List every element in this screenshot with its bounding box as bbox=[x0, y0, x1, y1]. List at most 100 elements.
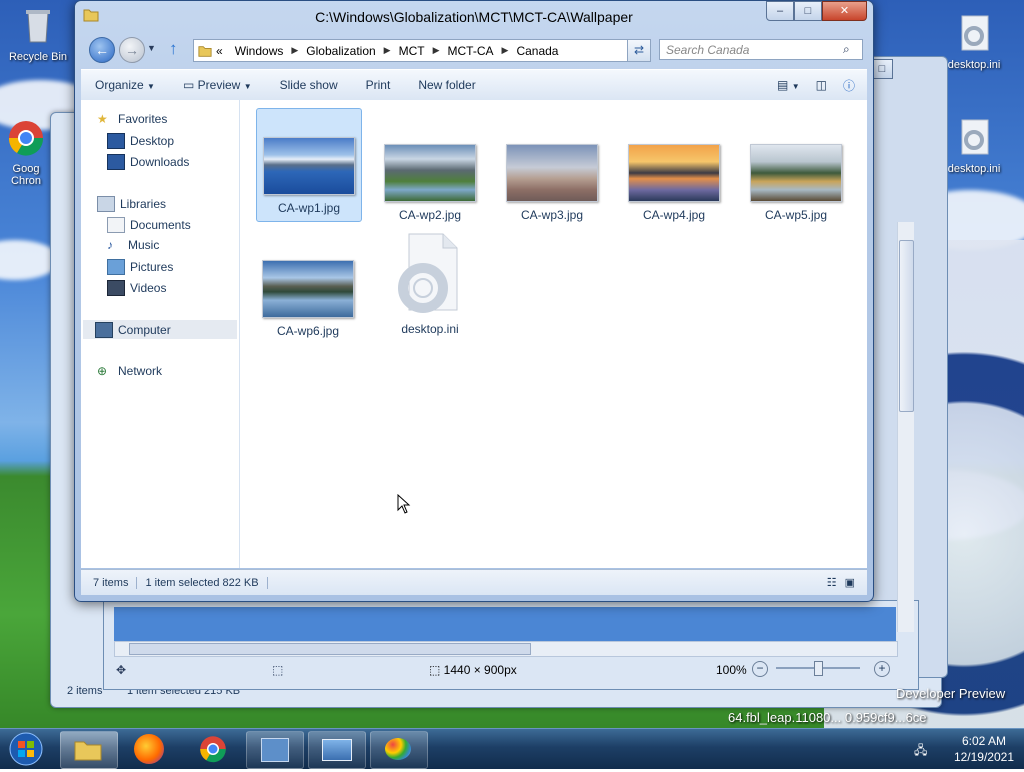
navigation-row: ← → ▼ ↑ « Windows ▶ Globalization ▶ MCT ▶ M… bbox=[81, 37, 867, 63]
minimize-button[interactable]: – bbox=[766, 1, 794, 21]
photo-viewer-maximize-button[interactable]: □ bbox=[871, 59, 893, 79]
file-name: CA-wp6.jpg bbox=[276, 324, 340, 338]
chevron-down-icon: ▼ bbox=[791, 82, 800, 91]
file-item[interactable]: CA-wp2.jpg bbox=[378, 108, 482, 222]
network-tray-icon[interactable]: 🖧 bbox=[914, 741, 927, 762]
taskbar-firefox-button[interactable] bbox=[134, 734, 164, 764]
horizontal-scroll-thumb[interactable] bbox=[129, 643, 531, 655]
photo-viewer-icon bbox=[322, 739, 352, 761]
folder-icon bbox=[198, 45, 212, 57]
chrome-shortcut-icon[interactable]: Goog Chron bbox=[0, 118, 56, 187]
navigation-pane: ★ Favorites Desktop Downloads Libraries D… bbox=[81, 100, 240, 568]
file-name: CA-wp5.jpg bbox=[764, 208, 828, 222]
chevron-right-icon[interactable]: ▶ bbox=[433, 45, 440, 56]
start-button[interactable] bbox=[4, 729, 52, 769]
search-input[interactable]: Search Canada bbox=[659, 39, 863, 60]
nav-libraries[interactable]: Libraries bbox=[97, 196, 166, 212]
nav-downloads-label: Downloads bbox=[130, 155, 190, 169]
breadcrumb-canada[interactable]: Canada bbox=[508, 44, 566, 58]
explorer-window[interactable]: C:\Windows\Globalization\MCT\MCT-CA\Wall… bbox=[74, 0, 874, 602]
breadcrumb-overflow[interactable]: « bbox=[212, 44, 227, 58]
file-item[interactable]: desktop.ini bbox=[378, 226, 482, 338]
zoom-in-button[interactable]: + bbox=[874, 661, 890, 677]
nav-computer[interactable]: Computer bbox=[83, 320, 237, 339]
breadcrumb-mct[interactable]: MCT bbox=[391, 44, 433, 58]
taskbar-explorer-button[interactable] bbox=[60, 731, 118, 769]
back-button[interactable]: ← bbox=[89, 37, 115, 63]
slideshow-button[interactable]: Slide show bbox=[266, 78, 352, 92]
desktop-ini-icon[interactable]: desktop.ini bbox=[938, 14, 1010, 71]
details-view-button[interactable]: ☷ bbox=[823, 576, 841, 589]
computer-icon bbox=[95, 321, 113, 338]
nav-network[interactable]: ⊕ Network bbox=[97, 364, 162, 378]
nav-favorites[interactable]: ★ Favorites bbox=[97, 112, 167, 126]
image-dimensions: ⬚ 1440 × 900px bbox=[429, 663, 517, 677]
file-item[interactable]: CA-wp4.jpg bbox=[622, 108, 726, 222]
file-item[interactable]: CA-wp3.jpg bbox=[500, 108, 604, 222]
chevron-right-icon[interactable]: ▶ bbox=[291, 45, 298, 56]
nav-network-label: Network bbox=[118, 364, 163, 378]
recent-pages-chevron-icon[interactable]: ▼ bbox=[147, 43, 156, 53]
taskbar-chrome-button[interactable] bbox=[198, 734, 228, 767]
dimensions-label: 1440 × 900px bbox=[443, 663, 517, 677]
dimensions-icon: ⬚ bbox=[429, 663, 444, 677]
zoom-out-button[interactable]: − bbox=[752, 661, 768, 677]
breadcrumb-windows[interactable]: Windows bbox=[227, 44, 292, 58]
taskbar-control-panel-button[interactable] bbox=[246, 731, 304, 769]
chevron-right-icon[interactable]: ▶ bbox=[384, 45, 391, 56]
nav-downloads[interactable]: Downloads bbox=[107, 154, 189, 170]
vertical-scroll-thumb[interactable] bbox=[899, 240, 914, 412]
background-vertical-scrollbar[interactable] bbox=[897, 222, 914, 632]
chrome-shortcut-label: Goog Chron bbox=[11, 163, 41, 187]
music-icon: ♪ bbox=[107, 238, 113, 252]
preview-pane-button[interactable]: ◫ bbox=[808, 78, 835, 92]
maximize-button[interactable]: □ bbox=[794, 1, 822, 21]
file-name: CA-wp4.jpg bbox=[642, 208, 706, 222]
taskbar-photo-viewer-button[interactable] bbox=[308, 731, 366, 769]
preview-button[interactable]: ▭ Preview ▼ bbox=[169, 78, 266, 92]
breadcrumb-mct-ca[interactable]: MCT-CA bbox=[440, 44, 502, 58]
organize-button[interactable]: Organize ▼ bbox=[81, 78, 169, 92]
close-button[interactable]: ✕ bbox=[822, 1, 867, 21]
zoom-slider-thumb[interactable] bbox=[814, 661, 823, 676]
change-view-button[interactable]: ▤ ▼ bbox=[769, 78, 808, 92]
nav-videos[interactable]: Videos bbox=[107, 280, 166, 296]
file-name: desktop.ini bbox=[401, 322, 459, 336]
recycle-bin-icon[interactable]: Recycle Bin bbox=[2, 6, 74, 63]
help-icon[interactable]: ⓘ bbox=[835, 77, 867, 94]
nav-music-label: Music bbox=[128, 238, 160, 252]
nav-desktop[interactable]: Desktop bbox=[107, 133, 174, 149]
image-thumbnail bbox=[263, 137, 355, 195]
nav-pictures[interactable]: Pictures bbox=[107, 259, 173, 275]
desktop-ini-icon[interactable]: desktop.ini bbox=[938, 118, 1010, 175]
nav-documents[interactable]: Documents bbox=[107, 217, 191, 233]
breadcrumb-globalization[interactable]: Globalization bbox=[298, 44, 383, 58]
image-thumbnail bbox=[262, 260, 354, 318]
pan-icon[interactable]: ✥ bbox=[116, 663, 126, 677]
nav-music[interactable]: ♪ Music bbox=[107, 238, 159, 252]
chevron-right-icon[interactable]: ▶ bbox=[502, 45, 509, 56]
search-icon[interactable]: ⌕ bbox=[843, 42, 850, 57]
folder-icon bbox=[74, 741, 102, 761]
file-list[interactable]: CA-wp1.jpg CA-wp2.jpg CA-wp3.jpg CA-wp4.… bbox=[240, 100, 867, 568]
clock[interactable]: 6:02 AM 12/19/2021 bbox=[954, 733, 1014, 765]
selection-info: 1 item selected 822 KB bbox=[137, 576, 268, 589]
forward-button[interactable]: → bbox=[119, 37, 145, 63]
fit-icon[interactable]: ⬚ bbox=[272, 663, 283, 677]
file-item[interactable]: CA-wp1.jpg bbox=[256, 108, 362, 222]
nav-pictures-label: Pictures bbox=[130, 260, 174, 274]
watermark-line2: 64.fbl_leap.11080... 0.959cf9...6ce bbox=[728, 710, 927, 725]
file-item[interactable]: CA-wp6.jpg bbox=[256, 226, 360, 338]
nav-documents-label: Documents bbox=[130, 218, 191, 232]
print-button[interactable]: Print bbox=[352, 78, 405, 92]
up-button[interactable]: ↑ bbox=[169, 39, 178, 59]
refresh-button[interactable]: ⇄ bbox=[627, 39, 651, 62]
zoom-slider[interactable] bbox=[776, 661, 860, 676]
address-bar[interactable]: « Windows ▶ Globalization ▶ MCT ▶ MCT-CA ▶ C… bbox=[193, 39, 651, 62]
large-icons-view-button[interactable]: ▣ bbox=[841, 576, 867, 589]
file-item[interactable]: CA-wp5.jpg bbox=[744, 108, 848, 222]
zoom-level: 100% bbox=[716, 663, 747, 677]
title-bar[interactable]: C:\Windows\Globalization\MCT\MCT-CA\Wall… bbox=[75, 1, 873, 33]
new-folder-button[interactable]: New folder bbox=[404, 78, 489, 92]
taskbar-paint-button[interactable] bbox=[370, 731, 428, 769]
